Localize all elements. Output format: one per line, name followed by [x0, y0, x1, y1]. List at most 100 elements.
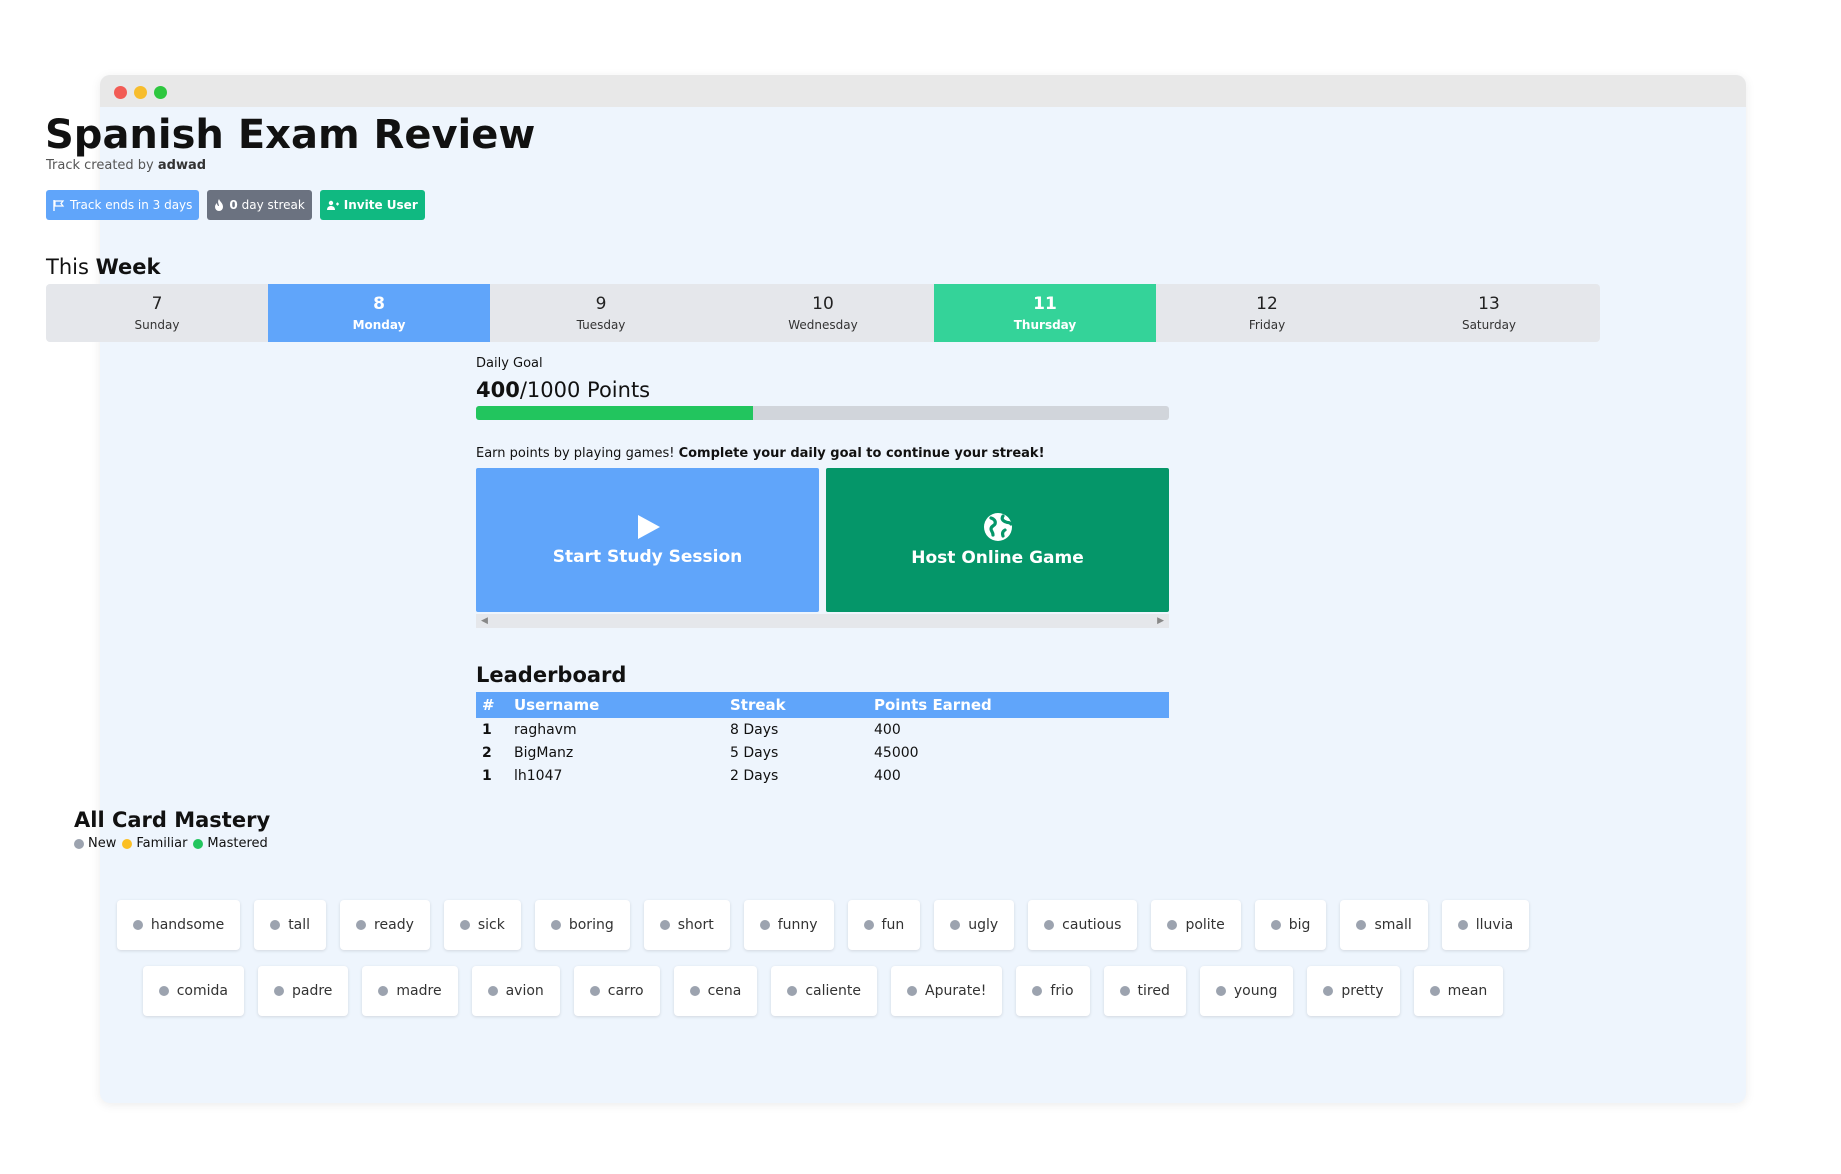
scroll-left-icon[interactable]: ◀: [481, 616, 488, 626]
col-rank-header: #: [476, 692, 508, 718]
fire-icon: [215, 199, 224, 211]
legend-item-new: New: [74, 836, 116, 851]
action-buttons: Start Study Session Host Online Game: [476, 468, 1169, 612]
start-study-session-button[interactable]: Start Study Session: [476, 468, 819, 612]
card-term: caliente: [805, 983, 862, 999]
card-chip[interactable]: fun: [847, 900, 921, 950]
card-chip[interactable]: Apurate!: [891, 966, 1003, 1016]
card-chip[interactable]: lluvia: [1441, 900, 1530, 950]
streak-suffix: day streak: [237, 198, 305, 212]
card-chip[interactable]: caliente: [771, 966, 878, 1016]
day-thursday[interactable]: 11 Thursday: [934, 284, 1156, 342]
earn-text-plain: Earn points by playing games!: [476, 446, 679, 461]
mastery-status-icon: [378, 986, 389, 996]
card-chip[interactable]: pretty: [1307, 966, 1400, 1016]
minimize-window-button[interactable]: [134, 86, 147, 99]
card-chip[interactable]: avion: [471, 966, 560, 1016]
card-term: mean: [1447, 983, 1488, 999]
card-chip[interactable]: big: [1254, 900, 1327, 950]
card-chip[interactable]: madre: [362, 966, 458, 1016]
card-chip[interactable]: boring: [534, 900, 630, 950]
host-online-game-label: Host Online Game: [911, 548, 1084, 568]
card-term: ugly: [968, 917, 999, 933]
card-chip[interactable]: small: [1340, 900, 1428, 950]
globe-icon: [983, 513, 1013, 541]
mastery-status-icon: [589, 986, 600, 996]
card-chip[interactable]: tall: [254, 900, 327, 950]
day-name: Sunday: [134, 318, 180, 332]
card-term: ready: [374, 917, 414, 933]
card-chip[interactable]: funny: [743, 900, 834, 950]
card-term: lluvia: [1475, 917, 1514, 933]
week-heading-bold: Week: [95, 255, 161, 279]
card-chip[interactable]: comida: [142, 966, 244, 1016]
legend-label: New: [88, 836, 117, 851]
card-term: polite: [1185, 917, 1225, 933]
card-chip[interactable]: cena: [673, 966, 758, 1016]
card-chip[interactable]: padre: [257, 966, 349, 1016]
card-row: handsome tall ready sick boring short funny fun…: [116, 900, 1530, 950]
horizontal-scrollbar[interactable]: ◀ ▶: [476, 614, 1169, 628]
day-saturday[interactable]: 13 Saturday: [1378, 284, 1600, 342]
host-online-game-button[interactable]: Host Online Game: [826, 468, 1169, 612]
card-chip[interactable]: polite: [1151, 900, 1241, 950]
creator-username: adwad: [157, 158, 207, 173]
card-chip[interactable]: sick: [443, 900, 521, 950]
card-chip[interactable]: mean: [1413, 966, 1504, 1016]
legend-item-familiar: Familiar: [122, 836, 187, 851]
page-title: Spanish Exam Review: [45, 112, 536, 158]
invite-user-button[interactable]: Invite User: [319, 190, 425, 220]
col-streak-header: Streak: [724, 692, 868, 718]
card-term: madre: [396, 983, 442, 999]
legend-label: Familiar: [136, 836, 188, 851]
card-chip[interactable]: ugly: [934, 900, 1015, 950]
week-calendar: 7 Sunday 8 Monday 9 Tuesday 10 Wednesday 11 Thurs…: [46, 284, 1600, 342]
day-number: 12: [1256, 294, 1278, 314]
day-sunday[interactable]: 7 Sunday: [46, 284, 268, 342]
leaderboard-header-row: # Username Streak Points Earned: [476, 692, 1169, 718]
streak-count: 0: [229, 198, 238, 212]
card-chip[interactable]: cautious: [1028, 900, 1138, 950]
card-chip[interactable]: handsome: [116, 900, 241, 950]
table-row: 1 raghavm 8 Days 400: [476, 718, 1169, 741]
creator-prefix: Track created by: [46, 158, 158, 173]
track-ends-label: Track ends in 3 days: [70, 198, 193, 212]
mastery-status-icon: [1167, 920, 1178, 930]
day-wednesday[interactable]: 10 Wednesday: [712, 284, 934, 342]
leaderboard-title: Leaderboard: [476, 663, 627, 687]
card-chip[interactable]: ready: [340, 900, 430, 950]
scroll-right-icon[interactable]: ▶: [1157, 616, 1164, 626]
mastery-status-icon: [356, 920, 367, 930]
day-friday[interactable]: 12 Friday: [1156, 284, 1378, 342]
day-monday[interactable]: 8 Monday: [268, 284, 490, 342]
rank-cell: 1: [476, 718, 508, 741]
username-cell: lh1047: [508, 764, 724, 787]
mastery-status-icon: [273, 986, 284, 996]
card-chip[interactable]: young: [1199, 966, 1294, 1016]
week-heading-prefix: This: [46, 255, 96, 279]
card-chip[interactable]: carro: [573, 966, 660, 1016]
card-chip[interactable]: short: [643, 900, 730, 950]
card-term: comida: [176, 983, 228, 999]
play-icon: [637, 515, 660, 539]
day-name: Friday: [1248, 318, 1286, 332]
day-tuesday[interactable]: 9 Tuesday: [490, 284, 712, 342]
maximize-window-button[interactable]: [154, 86, 167, 99]
close-window-button[interactable]: [114, 86, 127, 99]
card-chip[interactable]: tired: [1103, 966, 1186, 1016]
legend-label: Mastered: [207, 836, 268, 851]
mastery-status-icon: [1429, 986, 1440, 996]
badge-row: Track ends in 3 days 0 day streak Invite…: [46, 190, 425, 220]
card-term: tall: [288, 917, 311, 933]
mastery-status-icon: [487, 986, 498, 996]
mastery-status-icon: [550, 920, 561, 930]
mastery-status-icon: [132, 920, 143, 930]
add-user-icon: [326, 200, 339, 210]
points-cell: 400: [868, 718, 1169, 741]
mastery-status-icon: [1356, 920, 1367, 930]
username-cell: BigManz: [508, 741, 724, 764]
title-bar: [100, 75, 1746, 107]
mastery-status-icon: [1032, 986, 1043, 996]
card-list: handsome tall ready sick boring short funny fun…: [116, 900, 1530, 1032]
card-chip[interactable]: frio: [1016, 966, 1090, 1016]
